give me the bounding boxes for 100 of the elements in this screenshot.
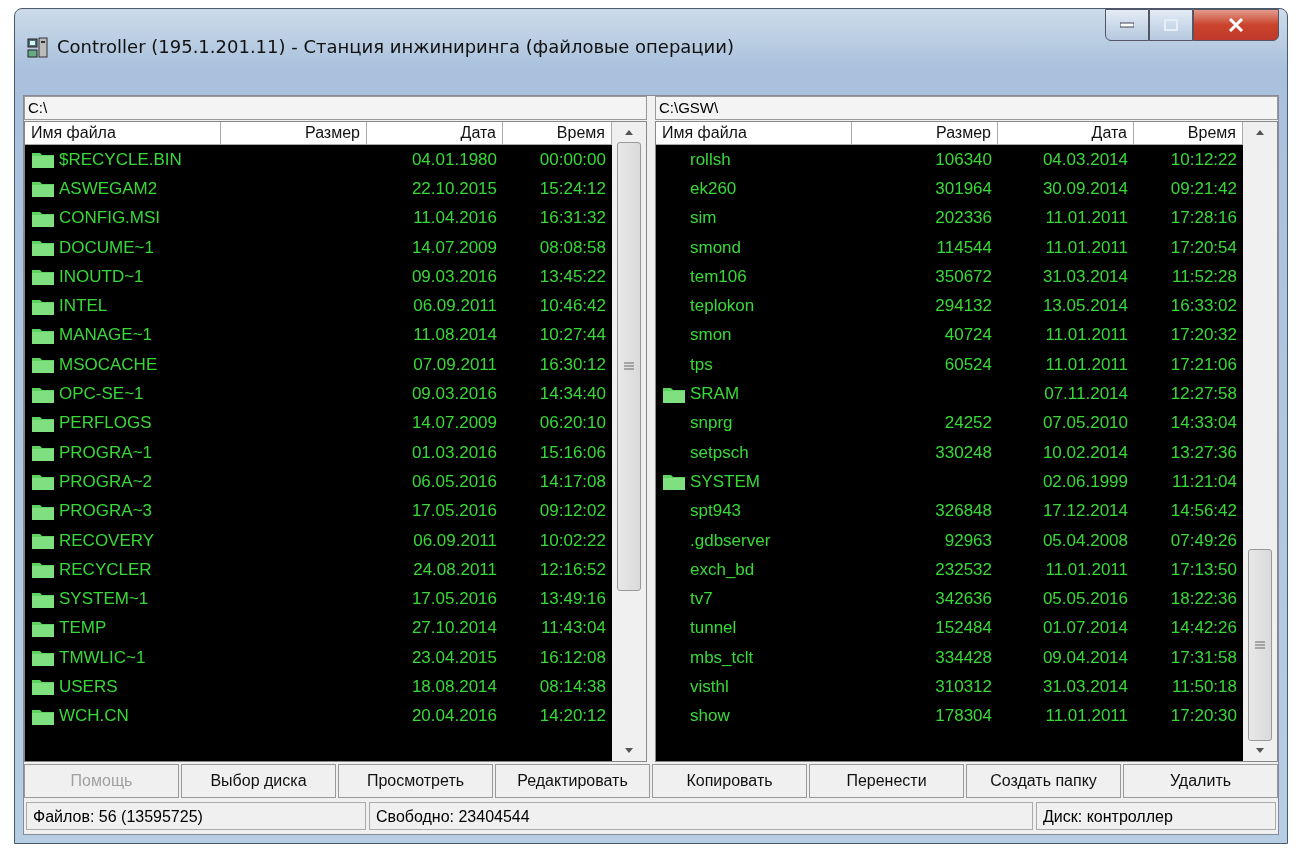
file-name[interactable]: INTEL [59,296,108,317]
file-date: 13.05.2014 [1042,296,1128,316]
file-name[interactable]: tps [690,354,713,375]
file-name[interactable]: MANAGE~1 [59,325,153,346]
file-size: 40724 [944,325,992,345]
file-name[interactable]: MSOCACHE [59,354,158,375]
file-name[interactable]: SYSTEM~1 [59,589,149,610]
file-time: 11:43:04 [541,618,606,638]
file-name[interactable]: SRAM [690,384,740,404]
file-name[interactable]: setpsch [690,442,749,463]
file-name[interactable]: snprg [690,413,733,434]
file-name[interactable]: $RECYCLE.BIN [59,149,182,170]
file-name[interactable]: mbs_tclt [690,647,754,668]
file-name[interactable]: TMWLIC~1 [59,647,146,668]
file-time: 11:21:04 [1172,471,1237,491]
minimize-icon [1120,22,1134,28]
file-date: 11.01.2011 [1045,208,1128,228]
file-name[interactable]: RECOVERY [59,530,155,551]
file-name[interactable]: PROGRA~1 [59,442,153,463]
file-name[interactable]: OPC-SE~1 [59,384,144,404]
file-date: 27.10.2014 [411,618,497,638]
file-date: 09.03.2016 [411,266,497,286]
scroll-up-icon[interactable] [623,128,635,136]
file-time: 14:34:40 [539,384,606,403]
folder-icon [663,385,685,403]
file-date: 11.04.2016 [413,208,497,228]
scroll-down-icon[interactable] [1254,747,1266,755]
computer-icon [27,37,49,59]
file-name[interactable]: smon [690,325,732,346]
file-name[interactable]: spt943 [690,501,742,522]
toolbar-button[interactable]: Копировать [652,764,807,798]
file-date: 22.10.2015 [411,178,497,198]
column-header[interactable]: Размер [221,122,367,144]
toolbar-button[interactable]: Выбор диска [181,764,336,798]
file-name[interactable]: PROGRA~2 [59,471,153,492]
file-name[interactable]: TEMP [59,618,107,639]
maximize-button[interactable] [1149,9,1193,41]
file-date: 11.08.2014 [413,325,497,345]
file-date: 14.07.2009 [411,413,497,433]
file-date: 10.02.2014 [1042,442,1128,462]
scrollbar-thumb[interactable] [1248,549,1272,741]
column-header[interactable]: Размер [852,122,998,144]
file-name[interactable]: exch_bd [690,559,755,580]
file-size: 342636 [935,589,992,609]
file-name[interactable]: CONFIG.MSI [59,208,161,229]
column-header[interactable]: Имя файла [656,122,852,144]
file-name[interactable]: tv7 [690,589,713,610]
file-name[interactable]: WCH.CN [59,706,129,727]
toolbar-button[interactable]: Удалить [1123,764,1278,798]
file-name[interactable]: SYSTEM [690,471,760,492]
file-time: 15:16:06 [539,442,606,462]
file-date: 31.03.2014 [1042,266,1128,286]
file-name[interactable]: RECYCLER [59,559,152,580]
file-name[interactable]: DOCUME~1 [59,237,154,258]
toolbar-button[interactable]: Перенести [809,764,964,798]
file-name[interactable]: INOUTD~1 [59,266,144,287]
file-date: 07.09.2011 [413,354,497,374]
file-time: 16:30:12 [539,354,606,374]
file-size: 202336 [935,208,992,228]
column-header[interactable]: Имя файла [25,122,221,144]
file-date: 24.08.2011 [413,559,497,579]
status-text: Файлов: 56 (13595725) [26,802,366,830]
close-button[interactable] [1193,9,1279,41]
file-time: 14:20:12 [539,706,606,726]
file-name[interactable]: show [690,706,730,727]
file-name[interactable]: ASWEGAM2 [59,178,158,199]
file-name[interactable]: PERFLOGS [59,413,152,434]
column-header[interactable]: Дата [367,122,503,144]
file-name[interactable]: tem106 [690,266,747,287]
file-name[interactable]: smond [690,237,742,258]
scrollbar-thumb[interactable] [617,142,641,592]
file-time: 14:33:04 [1170,413,1237,433]
toolbar-button[interactable]: Создать папку [966,764,1121,798]
file-name[interactable]: rollsh [690,149,731,170]
minimize-button[interactable] [1105,9,1149,41]
toolbar-button[interactable]: Редактировать [495,764,650,798]
file-size: 92963 [944,530,992,550]
file-time: 09:21:42 [1170,178,1237,198]
scroll-down-icon[interactable] [623,747,635,755]
file-time: 13:49:16 [539,589,606,609]
file-date: 11.01.2011 [1045,706,1128,726]
folder-icon [32,209,54,227]
file-name[interactable]: .gdbserver [690,530,771,551]
folder-icon [32,239,54,257]
file-size: 24252 [944,413,992,433]
file-time: 07:49:26 [1170,530,1237,550]
toolbar-button[interactable]: Просмотреть [338,764,493,798]
file-name[interactable]: teplokon [690,296,755,317]
file-name[interactable]: visthl [690,677,729,697]
scroll-up-icon[interactable] [1254,128,1266,136]
folder-icon [32,326,54,344]
file-size: 294132 [935,296,992,316]
file-name[interactable]: tunnel [690,618,737,639]
file-name[interactable]: PROGRA~3 [59,501,153,522]
file-name[interactable]: ek260 [690,178,737,199]
column-header[interactable]: Дата [998,122,1134,144]
file-date: 17.12.2014 [1042,501,1128,521]
path-field: C:\GSW\ [655,96,1278,120]
file-name[interactable]: USERS [59,677,118,697]
file-name[interactable]: sim [690,208,717,229]
